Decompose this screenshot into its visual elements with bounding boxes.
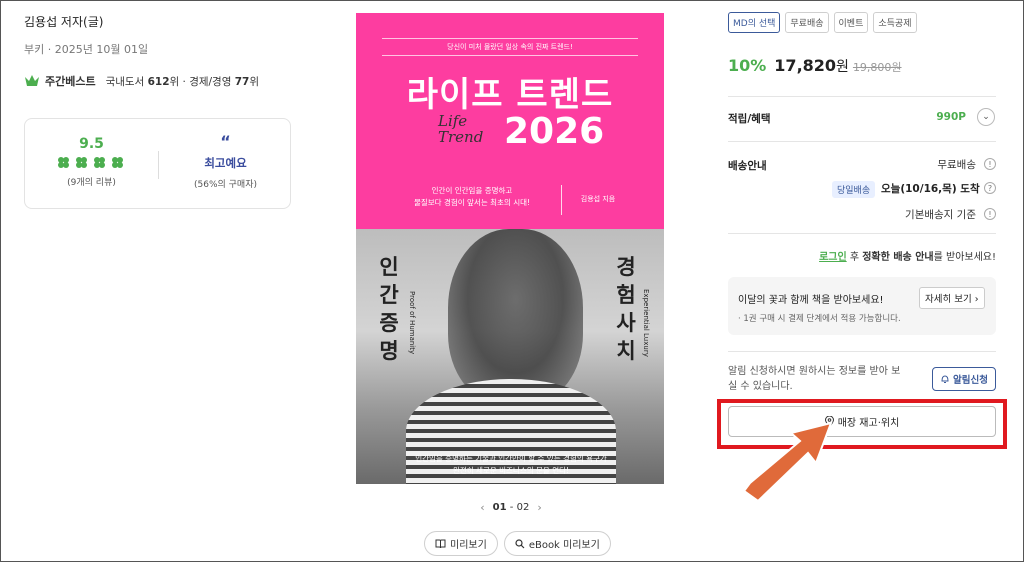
cover-photo-panel: 인간증명 Proof of Humanity 경험사치 Experiential… bbox=[356, 229, 664, 484]
review-summary-box: 9.5 (9개의 리뷰) “ 최고예요 (56%의 구매자) bbox=[24, 118, 291, 209]
badge-event[interactable]: 이벤트 bbox=[833, 12, 869, 33]
review-best-label: 최고예요 bbox=[204, 156, 247, 170]
login-link[interactable]: 로그인 bbox=[819, 252, 847, 263]
divider bbox=[728, 96, 996, 97]
pager-next-icon[interactable]: › bbox=[537, 501, 541, 514]
pointer-arrow-icon bbox=[742, 421, 833, 501]
cover-tagline: 당신이 미처 몰랐던 일상 속의 진짜 트렌드! bbox=[382, 38, 638, 56]
bestseller-title[interactable]: 주간베스트 bbox=[45, 73, 96, 89]
cover-script: Life Trend bbox=[438, 112, 484, 146]
bestseller-rank[interactable]: 국내도서 612위 · 경제/경영 77위 bbox=[106, 74, 259, 89]
publisher-date: 부키 · 2025년 10월 01일 bbox=[24, 43, 149, 56]
cover-figure-hair bbox=[448, 229, 583, 404]
notify-button[interactable]: 알림신청 bbox=[932, 367, 996, 391]
badge-md-pick: MD의 선택 bbox=[728, 12, 781, 33]
clover-icon bbox=[111, 157, 126, 169]
clover-rating bbox=[25, 157, 158, 169]
author-name[interactable]: 김용섭 저자(글) bbox=[24, 13, 103, 30]
bell-icon bbox=[941, 375, 949, 383]
flower-promo-note: · 1권 구매 시 결제 단계에서 적용 가능합니다. bbox=[738, 314, 901, 324]
ebook-preview-button[interactable]: eBook 미리보기 bbox=[503, 531, 611, 556]
preview-button[interactable]: 미리보기 bbox=[424, 531, 498, 556]
points-label: 적립/혜택 bbox=[728, 113, 771, 125]
crown-icon bbox=[25, 75, 39, 86]
sameday-badge: 당일배송 bbox=[832, 181, 876, 198]
original-price: 19,800원 bbox=[852, 61, 902, 74]
cover-subtitle: 인간이 인간임을 증명하고 물질보다 경험이 앞서는 최초의 시대! bbox=[413, 186, 531, 207]
discount-rate: 10% bbox=[728, 56, 767, 75]
notify-text: 알림 신청하시면 원하시는 정보를 받아 보실 수 있습니다. bbox=[728, 366, 901, 392]
clover-icon bbox=[75, 157, 90, 169]
cover-title: 라이프 트렌드 bbox=[406, 75, 614, 115]
cover-year: 2026 bbox=[504, 111, 605, 152]
review-best-pct: (56%의 구매자) bbox=[193, 180, 257, 190]
divider bbox=[728, 233, 996, 234]
cover-description: 인간임을 증명하는 기술과 인간만이 할 수 있는 경험의 욕구가 완전히 새로… bbox=[415, 454, 607, 475]
badge-free-shipping: 무료배송 bbox=[785, 12, 829, 33]
cover-vertical-right-en: Experiential Luxury bbox=[642, 289, 650, 357]
currency-unit: 원 bbox=[836, 59, 849, 75]
review-best-section[interactable]: “ 최고예요 (56%의 구매자) bbox=[159, 119, 292, 208]
info-icon[interactable]: ! bbox=[984, 208, 996, 220]
points-toggle-icon[interactable]: ⌄ bbox=[977, 108, 995, 126]
badge-row: MD의 선택 무료배송 이벤트 소득공제 bbox=[728, 12, 917, 33]
clover-icon bbox=[93, 157, 108, 169]
delivery-label: 배송안내 bbox=[728, 160, 767, 172]
bestseller-row: 주간베스트 국내도서 612위 · 경제/경영 77위 bbox=[24, 73, 259, 89]
badge-tax-deduction: 소득공제 bbox=[873, 12, 917, 33]
clover-icon bbox=[57, 157, 72, 169]
book-cover[interactable]: 당신이 미처 몰랐던 일상 속의 진짜 트렌드! 라이프 트렌드 Life Tr… bbox=[356, 13, 664, 484]
sale-price: 17,820 bbox=[774, 56, 837, 75]
cover-vertical-left: 인간증명 bbox=[379, 255, 399, 363]
pager-indicator: 01 - 02 bbox=[492, 502, 530, 513]
quote-icon: “ bbox=[220, 132, 231, 151]
price-row: 10% 17,820 원 19,800원 bbox=[728, 56, 902, 76]
cover-pager: ‹ 01 - 02 › bbox=[471, 501, 551, 514]
points-value: 990P bbox=[936, 111, 966, 123]
cover-divider bbox=[561, 185, 562, 215]
cover-top-panel: 당신이 미처 몰랐던 일상 속의 진짜 트렌드! 라이프 트렌드 Life Tr… bbox=[356, 13, 664, 229]
search-icon bbox=[515, 538, 525, 548]
review-score-section[interactable]: 9.5 (9개의 리뷰) bbox=[25, 119, 158, 208]
flower-detail-button[interactable]: 자세히 보기 › bbox=[919, 287, 985, 309]
preview-buttons: 미리보기 eBook 미리보기 bbox=[424, 531, 611, 556]
flower-promo-box: 이달의 꽃과 함께 책을 받아보세요! 자세히 보기 › · 1권 구매 시 결… bbox=[728, 277, 996, 335]
cover-author: 김용섭 지음 bbox=[580, 195, 616, 203]
flower-promo-title: 이달의 꽃과 함께 책을 받아보세요! bbox=[738, 295, 884, 306]
info-icon[interactable]: ! bbox=[984, 158, 996, 170]
review-score: 9.5 bbox=[79, 136, 104, 152]
cover-vertical-right: 경험사치 bbox=[616, 255, 636, 363]
delivery-base-address[interactable]: 기본배송지 기준 bbox=[905, 207, 976, 222]
delivery-free: 무료배송 bbox=[937, 159, 976, 171]
help-icon[interactable]: ? bbox=[984, 182, 996, 194]
divider bbox=[728, 141, 996, 142]
divider bbox=[728, 351, 996, 352]
cover-vertical-left-en: Proof of Humanity bbox=[408, 291, 416, 355]
review-count: (9개의 리뷰) bbox=[67, 178, 116, 188]
delivery-date: 오늘(10/16,목) 도착 bbox=[881, 183, 980, 195]
book-icon bbox=[435, 539, 446, 548]
login-notice: 로그인 후 정확한 배송 안내를 받아보세요! bbox=[819, 252, 996, 263]
pager-prev-icon[interactable]: ‹ bbox=[480, 501, 484, 514]
